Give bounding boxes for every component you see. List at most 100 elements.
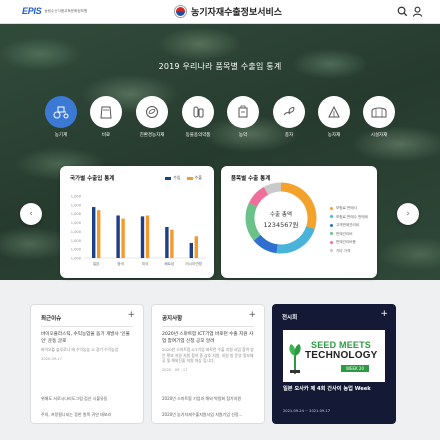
- site-header: EPIS 농림수산식품교육문화정보원 농기자재수출정보서비스: [0, 0, 440, 24]
- epis-logo[interactable]: EPIS 농림수산식품교육문화정보원: [22, 6, 87, 16]
- bar-수출[interactable]: [170, 229, 174, 258]
- bar-수입[interactable]: [140, 216, 145, 258]
- category-farm-material[interactable]: 농자재: [317, 96, 351, 138]
- donut-slice[interactable]: [253, 234, 278, 254]
- banner-line-2: TECHNOLOGY: [305, 350, 378, 361]
- news-list-item[interactable]: 위해도 서로시나리도그림 검산 시불유동: [41, 396, 141, 402]
- category-fertilizer[interactable]: 비료: [89, 96, 123, 138]
- notice-feature[interactable]: 2020년 스마트팜 ICT기업 바로런 수출 지원 사업 참여기업 신청 공모…: [162, 332, 254, 372]
- country-trade-bar-chart: 1,000 1,000 1,000 1,000 1,000 1,000 1,000 1,000…: [71, 195, 206, 266]
- news-feature[interactable]: 바이오플라스틱, 수익농업을 돕기 개발사 '인불인' 운동 글로 바이오플 솔…: [41, 332, 133, 361]
- x-tick-label: 미국: [142, 261, 149, 266]
- y-tick-label: 1,000: [71, 230, 82, 234]
- notice-panel-title: 공지사항: [162, 316, 183, 322]
- banner-tag: WEEK 20: [341, 365, 369, 372]
- category-label: 시설자재: [370, 133, 388, 138]
- seed-icon: [283, 107, 295, 116]
- hero-title: 2019 우리나라 품목별 수출입 통계: [158, 62, 282, 71]
- exhibition-event-date: 2021-09-24 ~ 2021-09-17: [283, 409, 331, 413]
- donut-legend-item: 보험료 판매사: [330, 204, 368, 213]
- donut-center-label: 수출 총액: [270, 212, 292, 218]
- x-tick-label: 러시아연방: [186, 261, 203, 266]
- chevron-left-icon: ‹: [29, 209, 33, 219]
- y-tick-label: 1,000: [71, 239, 82, 243]
- category-pesticide[interactable]: 농약: [226, 96, 260, 138]
- site-title[interactable]: 농기자재수출정보서비스: [175, 5, 282, 18]
- notice-more-plus-icon[interactable]: +: [248, 310, 256, 320]
- x-tick-label: 중국: [117, 262, 124, 266]
- category-eco-material[interactable]: 친환경농자재: [135, 96, 169, 138]
- y-tick-label: 1,000: [71, 221, 82, 225]
- exhibition-event-title[interactable]: 일본 오사카 제 4회 간사이 농업 Week: [283, 386, 387, 393]
- search-icon[interactable]: [396, 5, 409, 18]
- news-feature-desc: 바이오플 솔루로나 에 수익농농 소 광기 수익농업: [41, 347, 119, 353]
- donut-slice[interactable]: [248, 186, 269, 207]
- news-feature-date: 2020-09-17: [41, 356, 62, 361]
- x-tick-label: 일본: [93, 261, 100, 266]
- donut-slice[interactable]: [263, 182, 282, 195]
- user-icon[interactable]: [411, 5, 424, 18]
- y-tick-label: 1,000: [71, 212, 82, 216]
- chevron-right-icon: ›: [406, 209, 410, 219]
- donut-legend-item: 고객판매관리비: [330, 221, 368, 230]
- exhibition-panel-title: 전시회: [282, 315, 298, 321]
- news-list-item[interactable]: 주의, 프랑필나되는 증한 원폭 귀안 테보리: [41, 412, 141, 418]
- y-tick-label: 1,000: [71, 195, 82, 199]
- greenhouse-icon: [371, 107, 387, 118]
- divider: [41, 326, 133, 327]
- logo-mark: EPIS: [22, 6, 42, 16]
- bar-수출[interactable]: [194, 236, 198, 258]
- bar-수입[interactable]: [165, 227, 169, 258]
- country-trade-card: 국가별 수출입 통계 수입 수출 1,000 1,000 1,000 1,000 1,0…: [60, 166, 214, 278]
- category-seed[interactable]: 종자: [272, 96, 306, 138]
- y-tick-label: 1,000: [71, 203, 82, 207]
- donut-legend-item: 기타 가격: [330, 247, 368, 256]
- notice-list-item[interactable]: 2020년 농기자재수출지원사업 지원기업 선정...: [162, 412, 262, 418]
- notice-feature-date: 2020 - 09 - 17: [162, 367, 188, 372]
- donut-legend-item: 보험료 판매수 판매비: [330, 213, 368, 222]
- pesticide-icon: [238, 105, 248, 118]
- fertilizer-bag-icon: [100, 106, 112, 119]
- exhibition-more-plus-icon[interactable]: +: [380, 309, 388, 319]
- donut-legend: 보험료 판매사 보험료 판매수 판매비 고객판매관리비 판매관리비 판매관리비용 기타 가…: [330, 204, 368, 256]
- exhibition-panel: 전시회 + SEED MEETS TECHNOLOGY WEEK 20 일본 오…: [272, 304, 396, 424]
- bar-수입[interactable]: [116, 215, 120, 258]
- news-panel-title: 최근이슈: [41, 316, 62, 322]
- news-panel: 최근이슈 + 바이오플라스틱, 수익농업을 돕기 개발사 '인불인' 운동 글로…: [30, 304, 144, 424]
- y-tick-label: 1,000: [71, 257, 82, 261]
- bar-수출[interactable]: [121, 218, 125, 258]
- category-facility-material[interactable]: 시설자재: [362, 96, 396, 138]
- donut-slice[interactable]: [276, 225, 315, 254]
- y-tick-label: 1,000: [71, 248, 82, 252]
- veterinary-medicine-icon: [193, 106, 204, 118]
- news-feature-title: 바이오플라스틱, 수익농업을 돕기 개발사 '인불인' 운동 글로: [41, 332, 130, 344]
- bar-수출[interactable]: [97, 210, 101, 258]
- category-farm-machinery[interactable]: 농기계: [44, 96, 78, 138]
- notice-feature-title: 2020년 스마트팜 ICT기업 바로런 수출 지원 사업 참여기업 신청 공모…: [162, 332, 254, 344]
- carousel-prev-button[interactable]: ‹: [20, 203, 42, 225]
- tractor-icon: [53, 106, 69, 119]
- exhibition-banner-image[interactable]: SEED MEETS TECHNOLOGY WEEK 20: [283, 330, 385, 382]
- bar-수출[interactable]: [145, 215, 150, 258]
- item-export-card: 품목별 수출 통계 수출 총액 1234567원 보험료 판매사 보험료 판매수 …: [221, 166, 377, 278]
- category-veterinary-medicine[interactable]: 동물용의약품: [181, 96, 215, 138]
- divider: [162, 326, 254, 327]
- donut-legend-item: 판매관리비용: [330, 238, 368, 247]
- site-title-text: 농기자재수출정보서비스: [191, 8, 283, 18]
- government-emblem-icon: [175, 6, 186, 17]
- logo-subtitle: 농림수산식품교육문화정보원: [44, 8, 88, 13]
- eco-material-icon: [146, 106, 158, 118]
- donut-center: 수출 총액 1234567원: [241, 210, 321, 229]
- carousel-next-button[interactable]: ›: [397, 203, 419, 225]
- notice-panel: 공지사항 + 2020년 스마트팜 ICT기업 바로런 수출 지원 사업 참여기…: [151, 304, 265, 424]
- bar-수입[interactable]: [92, 207, 96, 258]
- farm-material-icon: [328, 105, 340, 118]
- notice-list-item[interactable]: 2020년 스마트팜 기업과 해외 박람회 참가지원: [162, 396, 262, 402]
- donut-center-value: 1234567원: [263, 221, 299, 229]
- bar-수입[interactable]: [189, 242, 193, 258]
- banner-line-1: SEED MEETS: [311, 340, 372, 350]
- donut-legend-item: 판매관리비: [330, 230, 368, 239]
- x-tick-label: 베트남: [164, 261, 175, 266]
- category-menu: 농기계 비료 친환경농자재 동물용의약품 농약 종자 농자재 시설자재: [44, 96, 396, 146]
- news-more-plus-icon[interactable]: +: [127, 310, 135, 320]
